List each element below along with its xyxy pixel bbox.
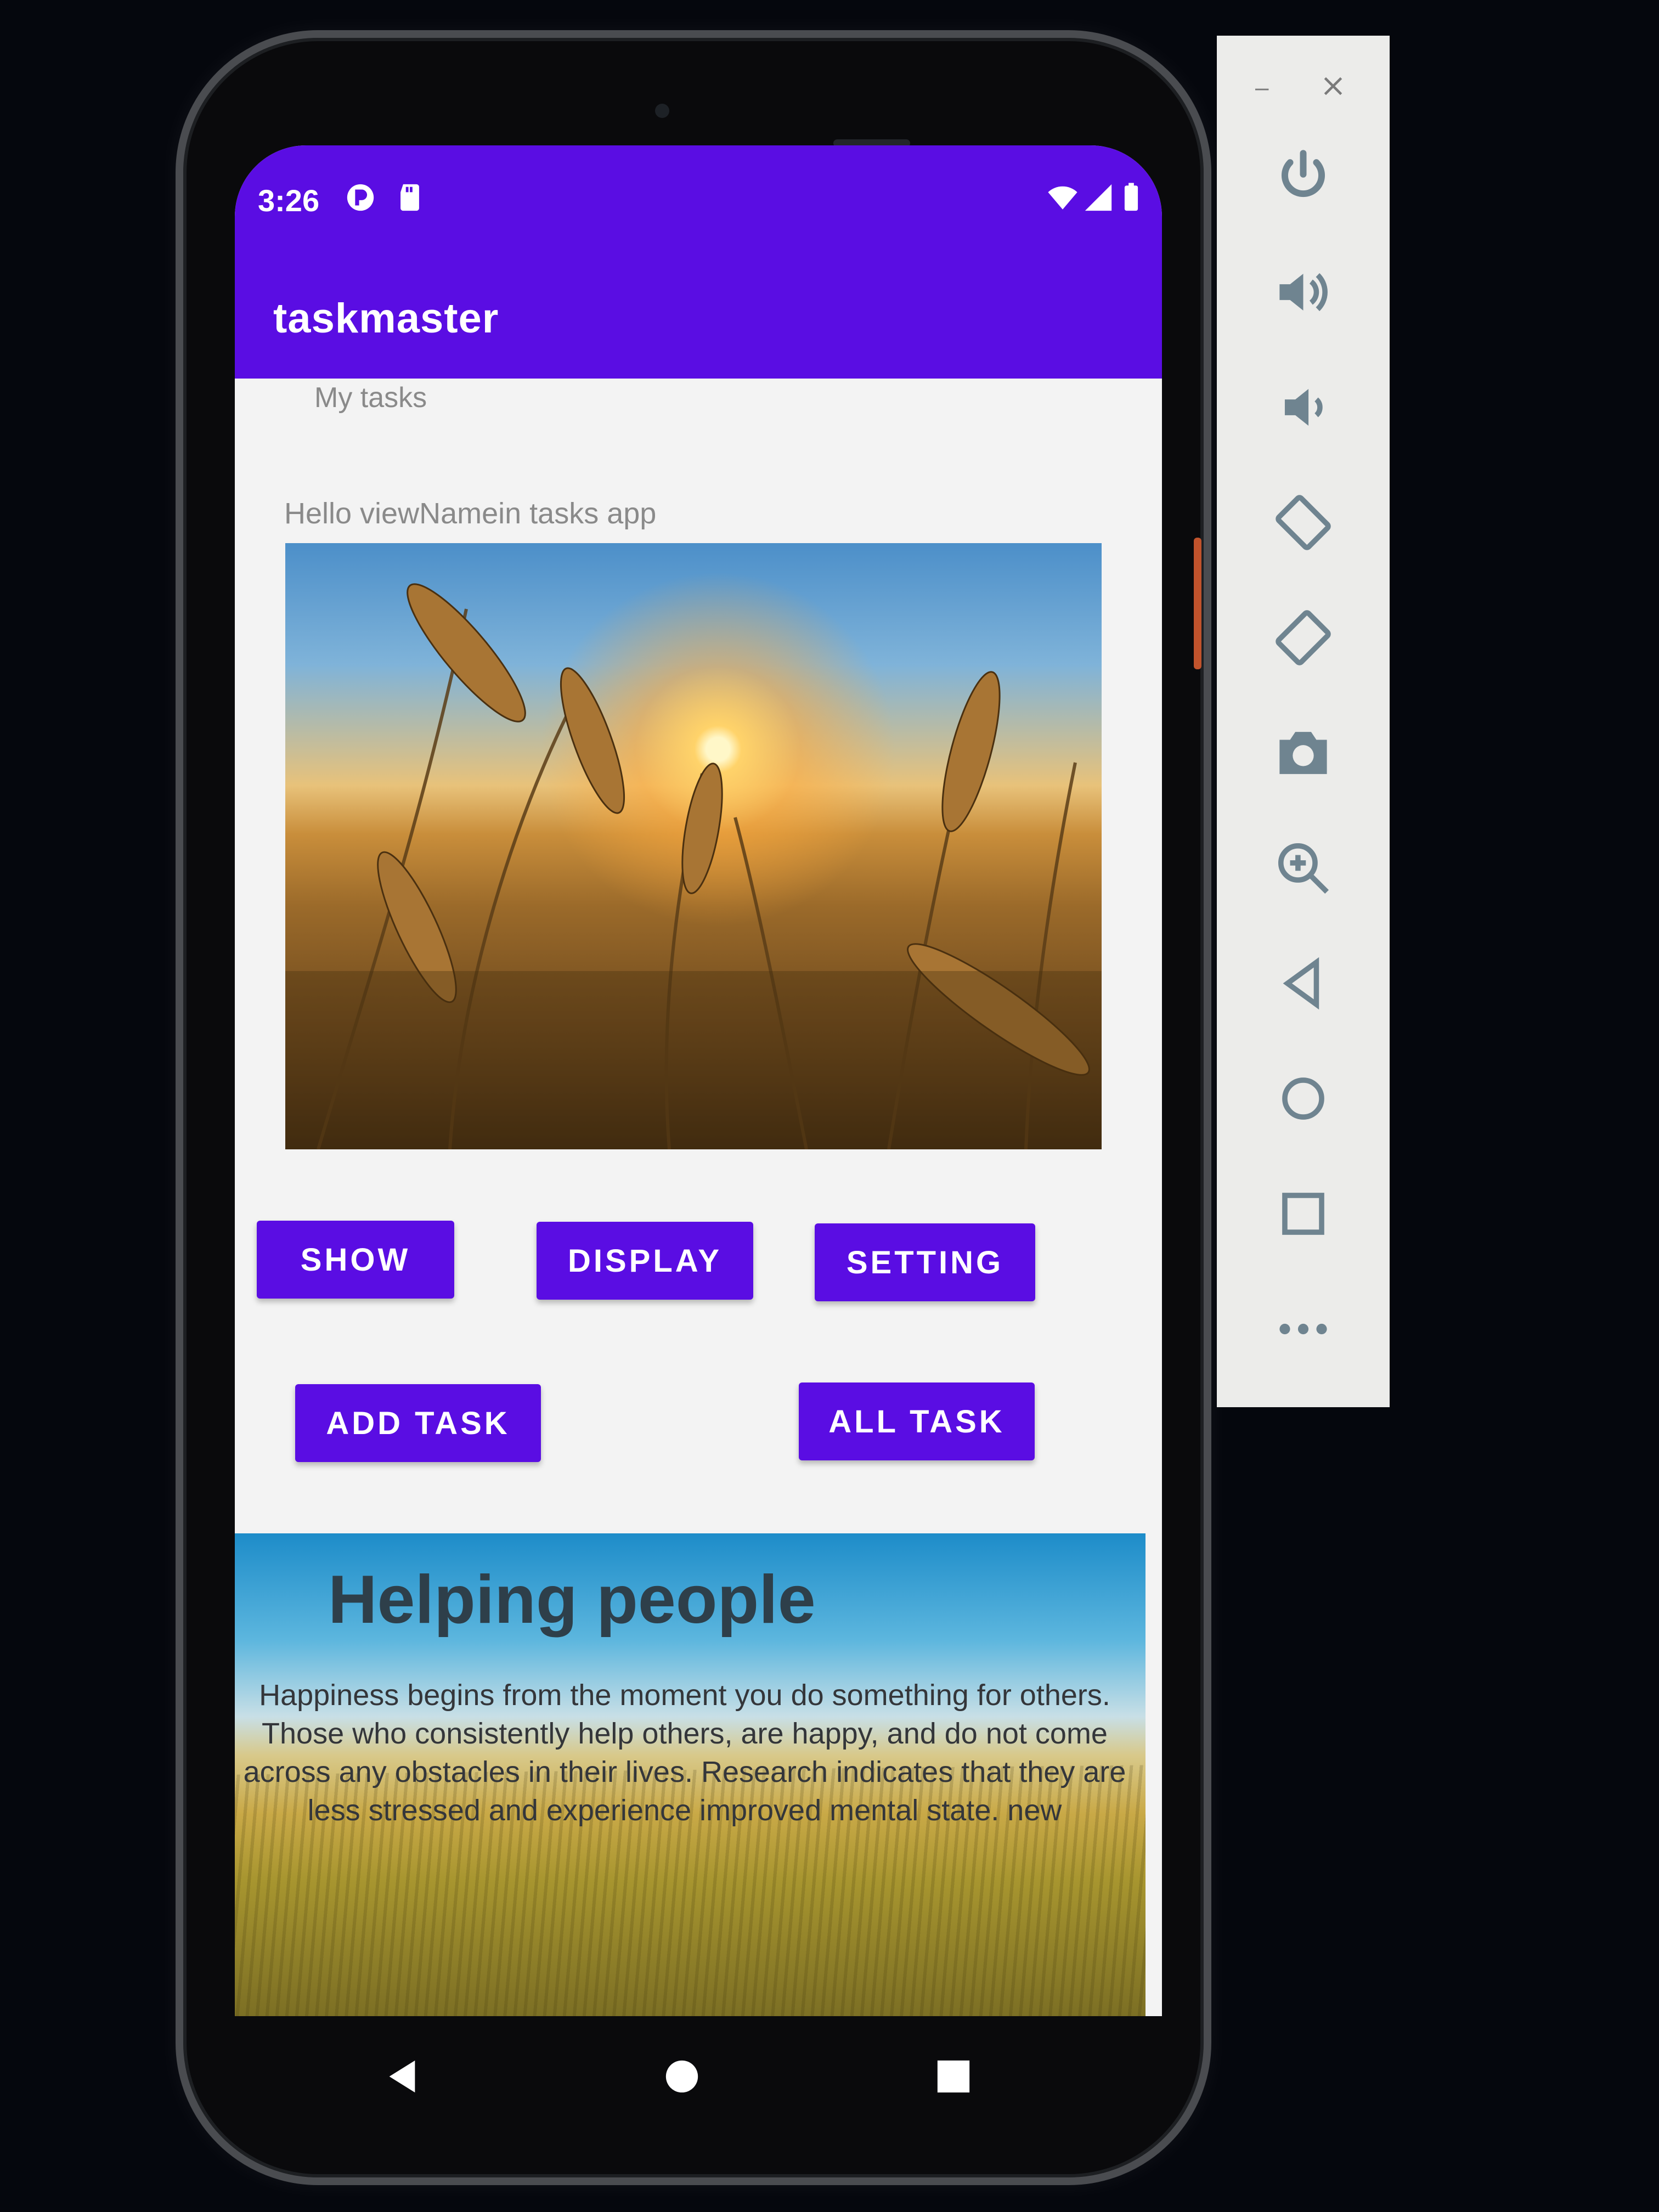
sd-card-icon (400, 184, 419, 211)
close-icon[interactable] (1321, 74, 1345, 98)
front-camera (655, 104, 669, 118)
minimize-icon[interactable]: – (1255, 74, 1268, 101)
app-screen: 3:26 taskmaster My tasks Hello viewNamei… (235, 145, 1162, 2016)
banner-text: Happiness begins from the moment you do … (243, 1679, 1126, 1827)
helping-people-banner: Helping people Happiness begins from the… (235, 1533, 1146, 2016)
wheat-field-image (285, 543, 1102, 1149)
home-icon[interactable] (1272, 1067, 1335, 1130)
banner-title: Helping people (328, 1562, 816, 1638)
back-icon[interactable] (1272, 952, 1335, 1015)
volume-down-icon[interactable] (1272, 376, 1335, 439)
app-bar: taskmaster (235, 255, 1162, 379)
cell-signal-icon (1085, 184, 1112, 211)
overview-icon[interactable] (1272, 1182, 1335, 1245)
status-time: 3:26 (258, 183, 320, 218)
wheat-stalks-illustration (285, 583, 1102, 1149)
zoom-icon[interactable] (1272, 837, 1335, 900)
system-navigation-bar (235, 2019, 1162, 2129)
battery-icon (1124, 183, 1138, 211)
setting-button[interactable]: SETTING (815, 1223, 1035, 1301)
show-button[interactable]: SHOW (257, 1221, 454, 1299)
page-subtitle: My tasks (314, 382, 427, 414)
status-bar: 3:26 (235, 145, 1162, 255)
volume-up-icon[interactable] (1272, 261, 1335, 324)
wifi-icon (1048, 186, 1077, 210)
more-icon[interactable] (1272, 1297, 1335, 1361)
emulator-toolbar: – (1217, 36, 1390, 1407)
nav-home-icon[interactable] (663, 2057, 701, 2096)
all-task-button[interactable]: ALL TASK (799, 1383, 1035, 1460)
hardware-power-button[interactable] (1194, 538, 1201, 669)
app-title: taskmaster (273, 295, 499, 342)
add-task-button[interactable]: ADD TASK (295, 1384, 541, 1462)
greeting-text: Hello viewNamein tasks app (284, 497, 657, 530)
rotate-left-icon[interactable] (1272, 491, 1335, 554)
camera-icon[interactable] (1272, 721, 1335, 785)
nav-overview-icon[interactable] (934, 2057, 973, 2096)
rotate-right-icon[interactable] (1272, 606, 1335, 669)
nav-back-icon[interactable] (383, 2057, 421, 2096)
display-button[interactable]: DISPLAY (537, 1222, 753, 1300)
sync-icon (347, 184, 374, 211)
power-icon[interactable] (1272, 145, 1335, 208)
